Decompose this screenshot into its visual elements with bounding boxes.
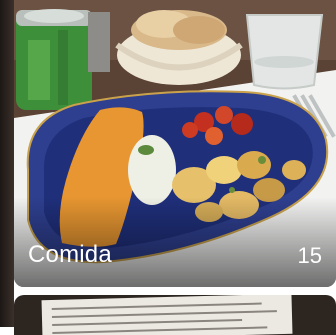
previous-album-edge[interactable] <box>0 0 14 327</box>
next-album-card[interactable] <box>14 295 336 335</box>
album-photo-count: 15 <box>297 243 322 268</box>
album-title: Comida <box>28 241 112 268</box>
photo-albums-view: Comida 15 <box>0 0 336 335</box>
next-album-cover-photo <box>41 295 293 335</box>
album-card-comida[interactable]: Comida 15 <box>14 0 336 287</box>
